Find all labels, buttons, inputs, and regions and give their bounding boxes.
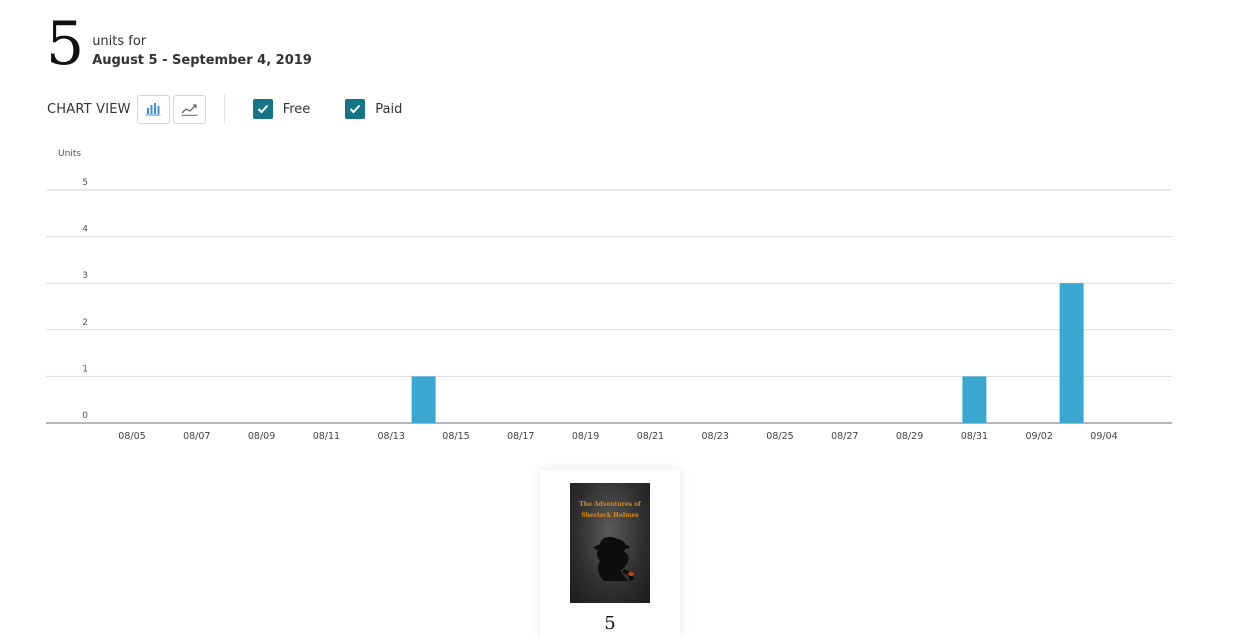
book-cover[interactable]: The Adventures of Sherlock Holmes (570, 483, 650, 603)
x-tick-label: 08/21 (637, 431, 664, 442)
x-tick-label: 08/07 (183, 431, 210, 442)
bar-08/14[interactable] (411, 376, 436, 423)
bar-view-button[interactable] (136, 94, 170, 124)
controls-divider (223, 94, 225, 124)
y-tick-label: 0 (82, 411, 88, 421)
summary-text: units for August 5 - September 4, 2019 (92, 34, 312, 68)
x-tick-label: 08/25 (766, 431, 793, 442)
y-tick-label: 4 (82, 225, 88, 235)
x-tick-label: 08/27 (831, 431, 858, 442)
x-tick-label: 08/29 (896, 431, 923, 442)
y-tick-label: 5 (82, 178, 88, 188)
x-tick-label: 08/05 (118, 431, 145, 442)
line-chart-icon (181, 103, 198, 116)
x-tick-label: 08/15 (442, 431, 469, 442)
product-units: 5 (604, 613, 616, 634)
date-range: August 5 - September 4, 2019 (92, 53, 312, 68)
filter-free[interactable]: Free (252, 99, 311, 119)
y-tick-label: 2 (82, 318, 88, 328)
x-tick-label: 08/11 (313, 431, 340, 442)
chart-view-label: CHART VIEW (47, 101, 131, 117)
checkmark-icon (350, 104, 361, 114)
paid-label: Paid (375, 101, 403, 117)
sales-dashboard: 5 units for August 5 - September 4, 2019… (0, 0, 1258, 637)
bar-08/31[interactable] (962, 376, 987, 423)
y-tick-label: 1 (82, 364, 88, 374)
units-summary: 5 units for August 5 - September 4, 2019 (46, 14, 312, 74)
x-tick-label: 09/04 (1090, 431, 1117, 442)
x-tick-label: 08/23 (702, 431, 729, 442)
product-card[interactable]: The Adventures of Sherlock Holmes 5 (540, 470, 680, 637)
chart-controls: CHART VIEW Free Paid (47, 94, 402, 124)
y-tick-label: 3 (82, 271, 88, 281)
x-tick-label: 09/02 (1026, 431, 1053, 442)
units-for-label: units for (92, 34, 147, 49)
free-label: Free (282, 101, 311, 117)
x-tick-label: 08/13 (378, 431, 405, 442)
x-tick-label: 08/17 (507, 431, 534, 442)
x-tick-label: 08/19 (572, 431, 599, 442)
free-checkbox[interactable] (252, 99, 273, 119)
paid-checkbox[interactable] (345, 99, 366, 119)
units-bar-chart: Units 0 1 2 3 4 5 08/05 08/07 08/09 08/11 08/13 08… (46, 149, 1172, 442)
units-chart: Units 0 1 2 3 4 5 08/05 08/07 08/09 08/11 08/13 08… (0, 140, 1258, 460)
bar-chart-icon (145, 103, 161, 116)
checkmark-icon (257, 104, 268, 114)
total-units: 5 (46, 9, 84, 79)
silhouette-icon (594, 537, 634, 581)
bar-09/03[interactable] (1059, 283, 1084, 423)
y-axis-title: Units (58, 149, 81, 159)
x-tick-label: 08/31 (961, 431, 988, 442)
x-tick-label: 08/09 (248, 431, 275, 442)
line-view-button[interactable] (172, 94, 206, 124)
filter-paid[interactable]: Paid (345, 99, 402, 119)
